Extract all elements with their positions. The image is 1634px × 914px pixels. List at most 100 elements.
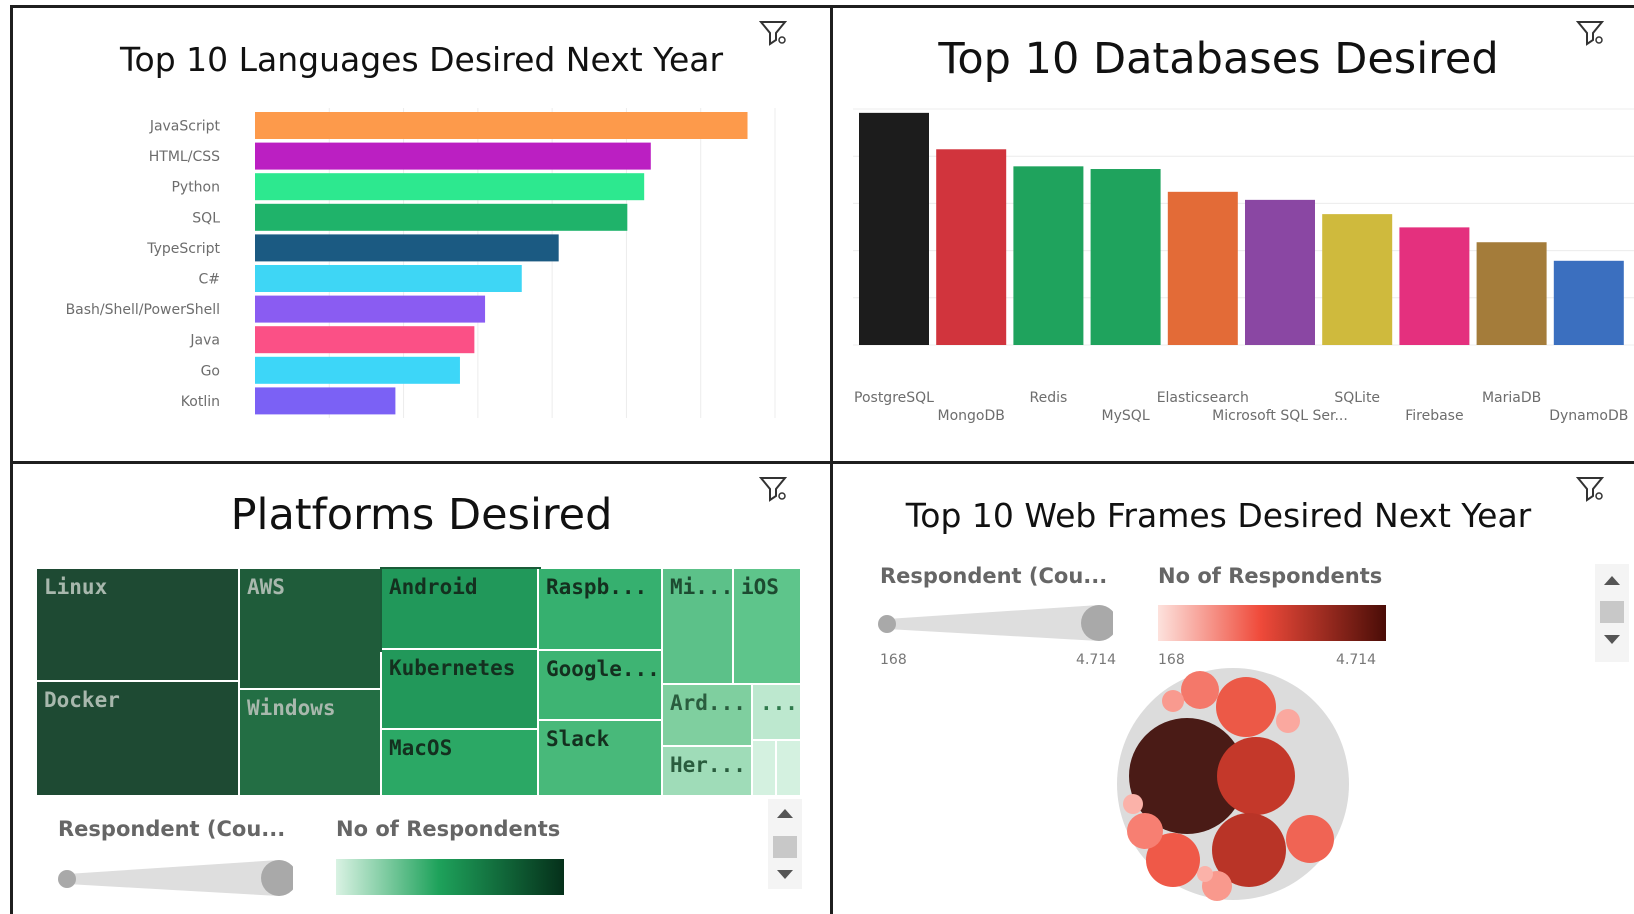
bubble	[1123, 794, 1143, 814]
databases-bar-chart: PostgreSQLMongoDB Redis MySQL Elasticsearch…	[853, 108, 1634, 424]
filter-icon[interactable]	[758, 474, 788, 504]
treemap-cell[interactable]: Mi...	[663, 569, 734, 685]
languages-bar-chart: JavaScript HTML/CSS Python SQL TypeScript C# B…	[66, 108, 776, 418]
treemap-cell-label: Raspb...	[546, 575, 648, 599]
category-label: Bash/Shell/PowerShell	[66, 302, 220, 318]
treemap-cell-label: Windows	[247, 696, 336, 720]
bubble-legend-scrollbar[interactable]	[1595, 564, 1629, 662]
webframes-title: Top 10 Web Frames Desired Next Year	[905, 496, 1532, 535]
filter-icon[interactable]	[758, 18, 788, 48]
bar[interactable]	[1013, 166, 1084, 345]
treemap-cell[interactable]: ...	[753, 685, 802, 741]
bar[interactable]	[255, 265, 522, 292]
bar[interactable]	[1322, 214, 1393, 345]
category-label: Elasticsearch	[1157, 390, 1249, 406]
treemap-size-slider[interactable]	[53, 854, 293, 904]
category-label: Kotlin	[181, 394, 220, 410]
category-label: MariaDB	[1482, 390, 1541, 406]
treemap-cell[interactable]: AWS	[240, 569, 382, 690]
category-label: SQLite	[1334, 390, 1380, 406]
category-label: MongoDB	[938, 408, 1005, 424]
databases-panel: Top 10 Databases Desired PostgreSQL Mongo…	[833, 8, 1634, 461]
treemap-cell[interactable]: Her...	[663, 747, 753, 797]
treemap-cell-label: Slack	[546, 727, 610, 751]
languages-title: Top 10 Languages Desired Next Year	[119, 40, 724, 79]
databases-title: Top 10 Databases Desired	[938, 34, 1499, 84]
bar[interactable]	[1245, 199, 1315, 345]
treemap-cell-label: Kubernetes	[389, 656, 516, 680]
bubble	[1286, 815, 1334, 863]
treemap-color-legend-label: No of Respondents	[336, 817, 561, 841]
category-label: PostgreSQL	[854, 390, 934, 406]
bar[interactable]	[936, 149, 1007, 345]
chevron-down-icon[interactable]	[777, 870, 793, 879]
scroll-thumb[interactable]	[773, 836, 797, 858]
chevron-down-icon[interactable]	[1604, 635, 1620, 644]
treemap-cell-label: Her...	[670, 753, 746, 777]
bar[interactable]	[255, 387, 396, 415]
category-label: Firebase	[1405, 408, 1463, 424]
category-label: C#	[198, 272, 220, 288]
bar[interactable]	[1399, 227, 1470, 345]
treemap-cell[interactable]: Raspb...	[539, 569, 663, 651]
category-label: SQL	[192, 210, 220, 226]
webframes-bubble-chart	[1117, 668, 1349, 901]
bubble	[1216, 677, 1276, 737]
treemap-cell-label: AWS	[247, 575, 285, 599]
bar[interactable]	[255, 356, 460, 384]
bar[interactable]	[255, 203, 628, 231]
treemap-cell[interactable]: Linux	[37, 569, 240, 682]
bar[interactable]	[1476, 242, 1547, 345]
chevron-up-icon[interactable]	[777, 809, 793, 818]
bubble-color-min: 168	[1158, 652, 1185, 664]
treemap-cell-label: iOS	[741, 575, 779, 599]
scroll-thumb[interactable]	[1600, 601, 1624, 623]
treemap-cell-label: ...	[760, 691, 798, 715]
treemap-cell-label: Mi...	[670, 575, 734, 599]
bar[interactable]	[255, 326, 475, 354]
category-label: DynamoDB	[1549, 408, 1628, 424]
treemap-cell[interactable]: Android	[380, 567, 541, 652]
filter-icon[interactable]	[1575, 18, 1605, 48]
bar[interactable]	[255, 112, 748, 139]
treemap-cell[interactable]: Kubernetes	[382, 650, 539, 730]
bar[interactable]	[255, 173, 645, 201]
treemap-cell[interactable]: Google...	[539, 651, 663, 721]
platforms-panel: Platforms Desired Linux Docker AWS Windows A…	[13, 464, 830, 914]
webframes-panel: Top 10 Web Frames Desired Next Year Resp…	[833, 464, 1634, 914]
treemap-cell[interactable]: Ard...	[663, 685, 753, 747]
bar[interactable]	[1553, 260, 1624, 345]
category-label: Go	[201, 363, 220, 379]
bubble-size-slider[interactable]	[873, 599, 1113, 649]
treemap-cell[interactable]: Docker	[37, 682, 240, 797]
treemap-cell[interactable]	[753, 741, 777, 797]
treemap-cell[interactable]: Slack	[539, 721, 663, 797]
treemap-cell[interactable]	[777, 741, 802, 797]
bar[interactable]	[1090, 169, 1161, 345]
treemap-size-legend-label: Respondent (Cou...	[58, 817, 286, 841]
bar[interactable]	[255, 142, 651, 170]
bubble-color-legend-label: No of Respondents	[1158, 564, 1383, 588]
bar[interactable]	[1167, 191, 1238, 345]
treemap-cell[interactable]: Windows	[240, 690, 382, 797]
category-label: MySQL	[1102, 408, 1150, 424]
bubble	[1197, 866, 1213, 882]
bubble-color-max: 4,714	[1336, 652, 1377, 664]
bubble-size-legend-label: Respondent (Cou...	[880, 564, 1108, 588]
bar[interactable]	[255, 295, 486, 323]
treemap-legend-scrollbar[interactable]	[768, 799, 802, 889]
category-label: Redis	[1030, 390, 1068, 406]
category-label: Microsoft SQL Ser...	[1212, 408, 1348, 424]
category-label: Python	[171, 180, 220, 196]
bubble	[1276, 709, 1300, 733]
treemap-cell[interactable]: MacOS	[382, 730, 539, 797]
treemap-cell[interactable]: iOS	[734, 569, 802, 685]
treemap-cell-label: Docker	[44, 688, 120, 712]
treemap-cell-label: MacOS	[389, 736, 453, 760]
bubble	[1162, 690, 1184, 712]
filter-icon[interactable]	[1575, 474, 1605, 504]
bar[interactable]	[859, 112, 929, 345]
treemap-cell-label: Linux	[44, 575, 108, 599]
bar[interactable]	[255, 234, 559, 262]
chevron-up-icon[interactable]	[1604, 576, 1620, 585]
